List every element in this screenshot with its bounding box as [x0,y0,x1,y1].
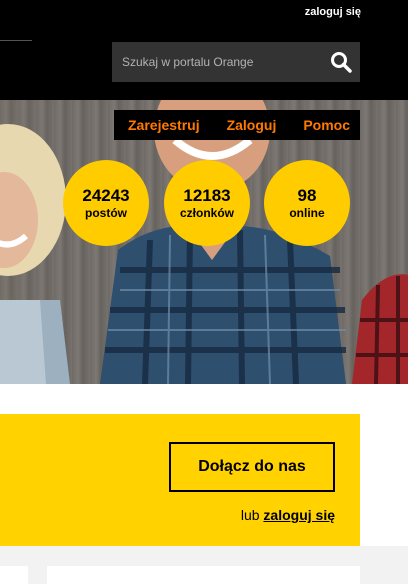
stat-posts-label: postów [85,206,127,220]
help-link[interactable]: Pomoc [303,117,350,133]
join-button[interactable]: Dołącz do nas [169,442,335,492]
nav-divider [0,40,32,41]
content-card [0,566,28,584]
content-area [0,546,408,584]
stat-online-label: online [289,206,325,220]
search-icon [331,52,352,73]
stat-members-label: członków [179,206,234,220]
content-card [47,566,360,584]
stat-posts-value: 24243 [82,186,130,205]
join-login-link[interactable]: zaloguj się [263,507,335,523]
search-input[interactable] [112,42,322,82]
or-login-line: lub zaloguj się [241,507,335,523]
stat-posts: 24243 postów [63,160,149,246]
auth-bar: Zarejestruj Zaloguj Pomoc [114,110,360,140]
stat-online: 98 online [264,160,350,246]
login-link[interactable]: Zaloguj [227,117,277,133]
join-panel: Dołącz do nas lub zaloguj się [0,414,360,546]
stat-online-value: 98 [297,186,317,205]
search-button[interactable] [322,42,360,82]
hero-banner: Zarejestruj Zaloguj Pomoc 24243 postów 1… [0,100,408,384]
stat-members: 12183 członków [164,160,250,246]
top-login-link[interactable]: zaloguj się [305,6,361,18]
register-link[interactable]: Zarejestruj [128,117,200,133]
top-header: zaloguj się [0,0,408,100]
search-bar [112,42,360,82]
stat-members-value: 12183 [183,186,231,205]
or-text: lub [240,507,264,523]
